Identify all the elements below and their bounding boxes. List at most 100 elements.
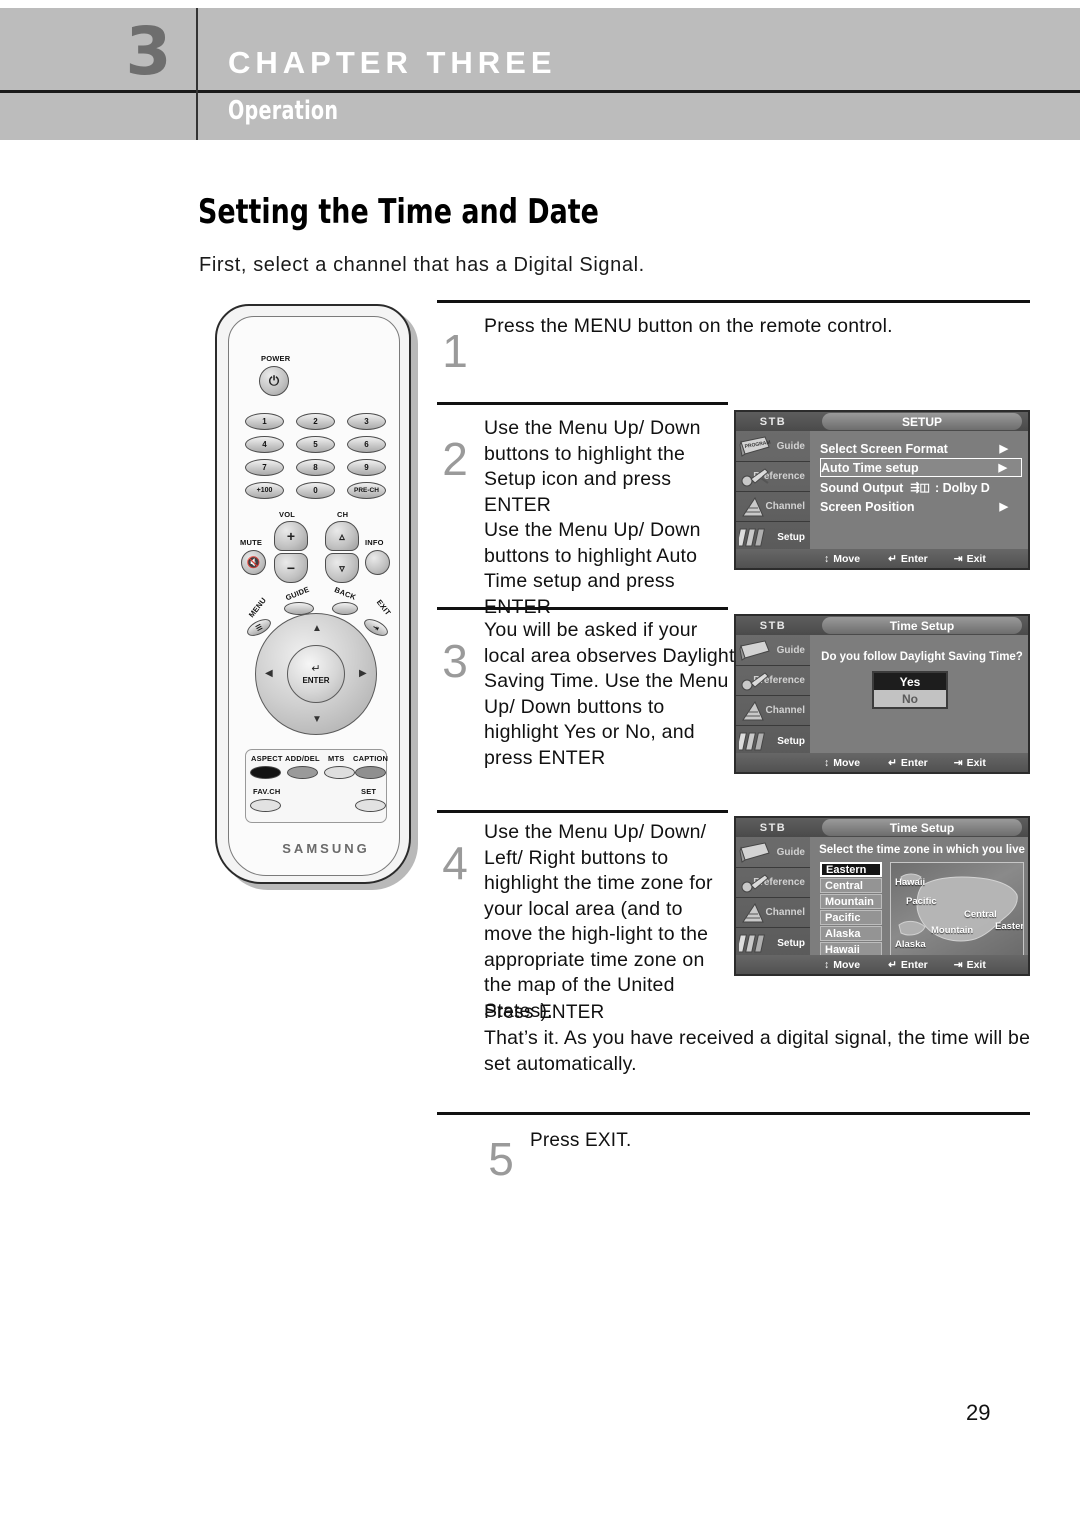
sidebar-item-setup[interactable]: Setup — [736, 522, 810, 552]
footer-exit: ⇥ Exit — [954, 553, 986, 565]
up-down-arrow-icon: ↕ — [824, 958, 830, 971]
daylight-saving-question: Do you follow Daylight Saving Time? — [821, 651, 1023, 663]
step-4-extra-press-enter: Press ENTER — [484, 1002, 605, 1023]
exit-button: ⇥ — [361, 615, 391, 640]
chapter-number: 3 — [125, 13, 172, 90]
step-5-number: 5 — [488, 1133, 514, 1185]
step-3-number: 3 — [442, 635, 468, 687]
ch-label: CH — [337, 510, 349, 519]
timezone-option-mountain[interactable]: Mountain — [820, 894, 882, 909]
up-down-arrow-icon: ↕ — [824, 756, 830, 769]
footer-move: ↕ Move — [824, 553, 860, 565]
wrench-icon — [741, 468, 769, 487]
key-7: 7 — [245, 459, 284, 476]
key-4: 4 — [245, 436, 284, 453]
favch-button — [250, 799, 281, 812]
osd-dst-body: Do you follow Daylight Saving Time? Yes … — [810, 635, 1028, 757]
step-1-separator — [437, 300, 1030, 303]
step-4-text: Use the Menu Up/ Down/ Left/ Right butto… — [484, 821, 713, 1022]
footer-enter: ↵ Enter — [888, 553, 928, 565]
aspect-label: ASPECT — [251, 754, 283, 763]
sidebar-item-preference[interactable]: Preference — [736, 666, 810, 696]
osd-row-label: Select Screen Format — [820, 441, 948, 456]
chevron-right-icon: ▶ — [999, 443, 1008, 455]
minus-icon: − — [286, 560, 296, 576]
yes-no-option-box: Yes No — [872, 671, 948, 709]
osd-setup-sidebar: PROGRAM Guide Preference Channel Setup — [736, 431, 810, 553]
timezone-option-pacific[interactable]: Pacific — [820, 910, 882, 925]
sidebar-item-guide[interactable]: Guide — [736, 636, 810, 666]
sidebar-item-preference[interactable]: Preference — [736, 462, 810, 492]
program-guide-icon — [739, 842, 770, 863]
sidebar-item-setup[interactable]: Setup — [736, 726, 810, 756]
brand-logo: SAMSUNG — [282, 841, 370, 856]
osd-daylight-saving-screen: STB Time Setup Guide Preference Channel … — [734, 614, 1030, 774]
sidebar-item-channel[interactable]: Channel — [736, 898, 810, 928]
map-label-hawaii: Hawaii — [895, 877, 926, 888]
sidebar-item-setup[interactable]: Setup — [736, 928, 810, 958]
vol-label: VOL — [279, 510, 296, 519]
timezone-option-eastern[interactable]: Eastern — [820, 862, 882, 877]
osd-row-label: Screen Position — [820, 499, 915, 514]
option-yes[interactable]: Yes — [874, 673, 946, 690]
remote-body: POWER ⏻ 1 2 3 4 5 6 7 8 9 +100 0 PRE-CH … — [215, 304, 411, 884]
menu-label: MENU — [246, 595, 269, 620]
key-plus100: +100 — [245, 482, 284, 499]
antenna-icon — [742, 902, 764, 923]
adddel-button — [287, 766, 318, 779]
adddel-label: ADD/DEL — [285, 754, 320, 763]
sidebar-item-guide[interactable]: PROGRAM Guide — [736, 432, 810, 462]
osd-row-screen-position[interactable]: Screen Position ▶ — [820, 497, 1022, 516]
aspect-button — [250, 766, 281, 779]
osd-row-label: Sound Output — [820, 480, 904, 495]
dpad-up-icon: ▲ — [312, 623, 322, 634]
osd-row-label: Auto Time setup — [821, 460, 919, 475]
sidebar-item-guide[interactable]: Guide — [736, 838, 810, 868]
exit-key-icon: ⇥ — [953, 756, 963, 769]
step-3-text: You will be asked if your local area obs… — [484, 619, 735, 769]
back-label: BACK — [333, 585, 358, 602]
osd-row-select-screen-format[interactable]: Select Screen Format ▶ — [820, 439, 1022, 458]
option-no[interactable]: No — [874, 690, 946, 707]
timezone-option-central[interactable]: Central — [820, 878, 882, 893]
osd-tz-sidebar: Guide Preference Channel Setup — [736, 837, 810, 959]
osd-row-auto-time-setup[interactable]: Auto Time setup ▶ — [820, 458, 1022, 477]
osd-row-sound-output[interactable]: Sound Output ⇶◫ : Dolby D — [820, 478, 1022, 497]
osd-tz-title: Time Setup — [822, 819, 1022, 836]
chevron-up-icon: ▵ — [339, 530, 345, 543]
us-timezone-map[interactable]: Hawaii Pacific Central Eastern Mountain … — [890, 862, 1024, 958]
footer-enter: ↵ Enter — [888, 757, 928, 769]
chevron-right-icon: ▶ — [998, 462, 1007, 474]
dpad-left-icon: ◀ — [265, 668, 273, 679]
caption-label: CAPTION — [353, 754, 389, 763]
page-header: 3 CHAPTER THREE Operation — [0, 0, 1080, 142]
osd-timezone-screen: STB Time Setup Guide Preference Channel … — [734, 816, 1030, 976]
step-1-text: Press the MENU button on the remote cont… — [484, 315, 893, 337]
sidebar-item-channel[interactable]: Channel — [736, 696, 810, 726]
antenna-icon — [742, 496, 764, 517]
key-8: 8 — [296, 459, 335, 476]
step-1-number: 1 — [442, 325, 468, 377]
sliders-icon — [739, 934, 765, 953]
key-1: 1 — [245, 413, 284, 430]
map-label-mountain: Mountain — [931, 925, 974, 936]
osd-dst-sidebar: Guide Preference Channel Setup — [736, 635, 810, 757]
sidebar-item-channel[interactable]: Channel — [736, 492, 810, 522]
program-guide-icon: PROGRAM — [739, 436, 771, 457]
enter-key-icon: ↵ — [888, 552, 897, 565]
caption-button — [355, 766, 386, 779]
sidebar-label-setup: Setup — [777, 531, 805, 543]
step-5-text: Press EXIT. — [530, 1130, 632, 1151]
header-vertical-divider — [196, 8, 198, 140]
footer-exit: ⇥ Exit — [954, 757, 986, 769]
enter-key-icon: ↵ — [888, 958, 897, 971]
timezone-option-alaska[interactable]: Alaska — [820, 926, 882, 941]
osd-tz-stb-label: STB — [759, 821, 787, 834]
osd-setup-title: SETUP — [822, 413, 1022, 430]
volume-up-button: + — [274, 521, 308, 551]
guide-label: GUIDE — [284, 584, 311, 603]
step-2-text: Use the Menu Up/ Down buttons to highlig… — [484, 417, 701, 618]
sidebar-item-preference[interactable]: Preference — [736, 868, 810, 898]
wrench-icon — [741, 672, 769, 691]
sidebar-label-setup: Setup — [777, 735, 805, 747]
